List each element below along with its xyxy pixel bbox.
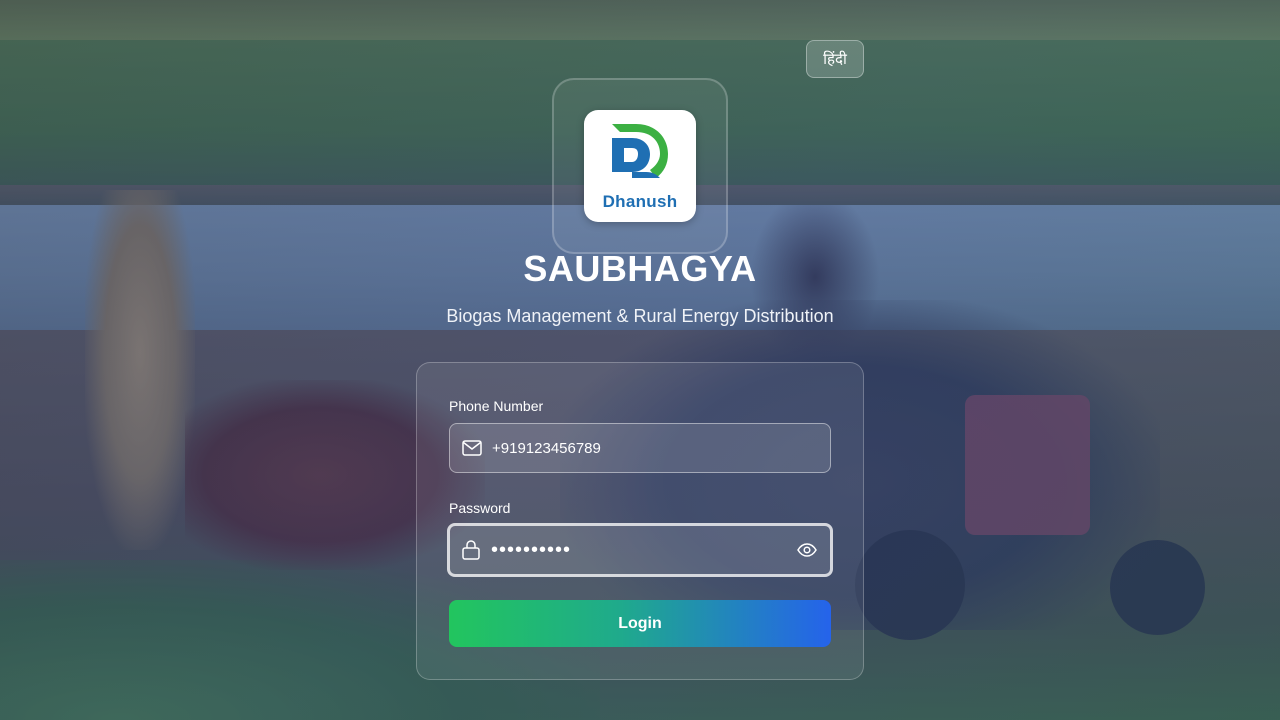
lock-icon xyxy=(461,540,481,560)
password-input[interactable] xyxy=(491,538,796,562)
password-label: Password xyxy=(449,500,511,516)
dhanush-logo: Dhanush xyxy=(584,110,696,222)
password-field[interactable] xyxy=(447,523,833,577)
login-button[interactable]: Login xyxy=(449,600,831,647)
eye-icon[interactable] xyxy=(796,539,818,561)
language-toggle-button[interactable]: हिंदी xyxy=(806,40,864,78)
app-subtitle: Biogas Management & Rural Energy Distrib… xyxy=(446,306,834,326)
phone-label: Phone Number xyxy=(449,398,544,414)
phone-input[interactable] xyxy=(492,439,830,457)
phone-field[interactable] xyxy=(449,423,831,473)
app-title: SAUBHAGYA xyxy=(523,248,757,289)
logo-brand-text: Dhanush xyxy=(602,192,678,211)
dhanush-d-icon xyxy=(612,124,668,178)
mail-icon xyxy=(462,438,482,458)
